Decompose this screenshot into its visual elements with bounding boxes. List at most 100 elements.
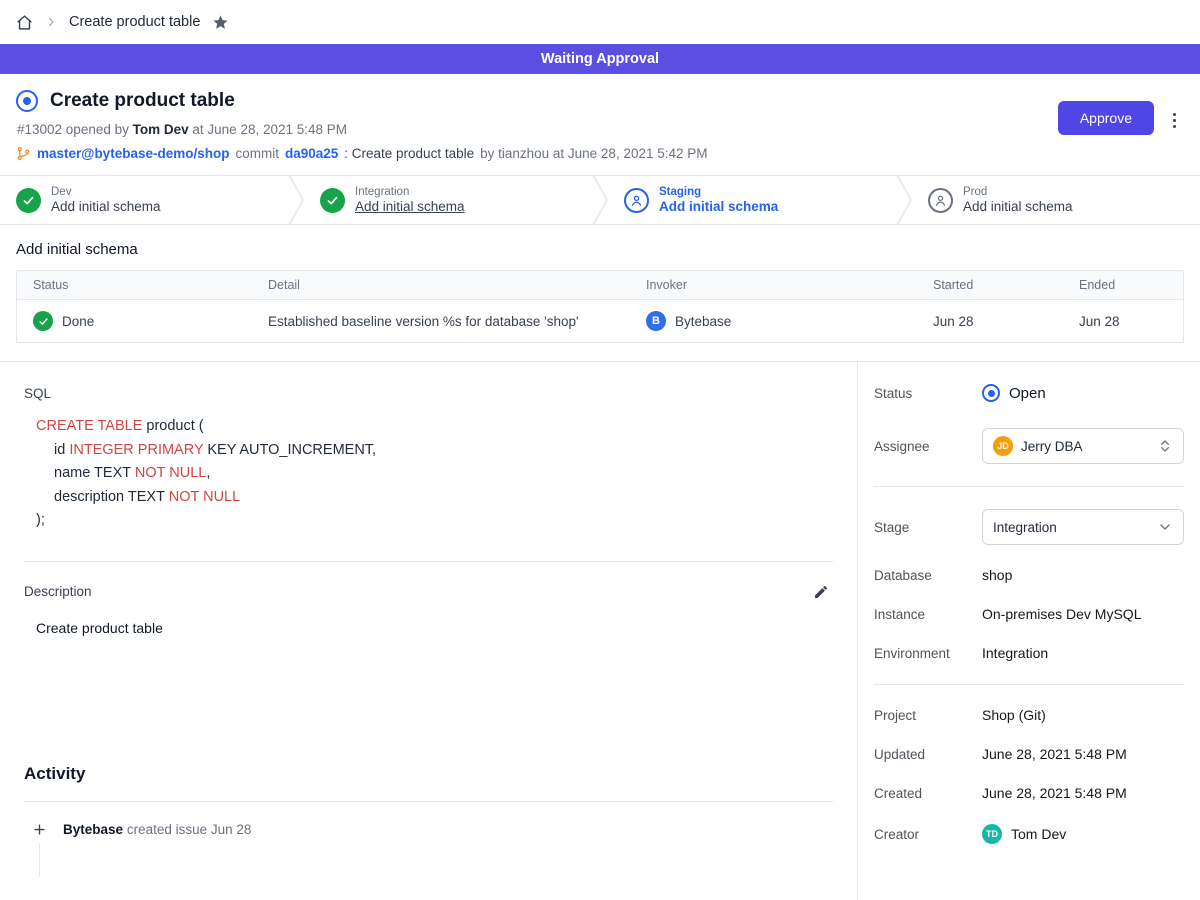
col-status: Status xyxy=(17,271,252,299)
page-title: Create product table xyxy=(50,90,235,112)
assignee-label: Assignee xyxy=(874,439,982,454)
assignee-avatar: JD xyxy=(993,436,1013,456)
task-section: Add initial schema Status Detail Invoker… xyxy=(0,225,1200,361)
stage-dev[interactable]: Dev Add initial schema xyxy=(0,176,288,224)
col-detail: Detail xyxy=(252,271,630,299)
commit-message: : Create product table xyxy=(344,146,474,161)
stage-task-label: Add initial schema xyxy=(963,199,1073,214)
project-value: Shop (Git) xyxy=(982,707,1046,723)
person-icon xyxy=(624,188,649,213)
star-icon[interactable] xyxy=(212,14,229,31)
task-table: Status Detail Invoker Started Ended Done… xyxy=(16,270,1184,343)
breadcrumb-title[interactable]: Create product table xyxy=(69,14,200,30)
branch-link[interactable]: master@bytebase-demo/shop xyxy=(37,146,229,161)
breadcrumb: Create product table xyxy=(0,0,1200,44)
waiting-approval-banner: Waiting Approval xyxy=(0,44,1200,74)
stage-env-label: Dev xyxy=(51,186,161,198)
issue-meta-suffix: at June 28, 2021 5:48 PM xyxy=(192,122,347,137)
main-panel: SQL CREATE TABLE product ( id INTEGER PR… xyxy=(0,362,857,900)
activity-actor: Bytebase xyxy=(63,822,123,837)
sql-line: name TEXT NOT NULL, xyxy=(36,462,833,486)
stage-separator xyxy=(288,176,304,224)
task-detail: Established baseline version %s for data… xyxy=(252,303,630,340)
description-text: Create product table xyxy=(36,620,833,636)
chevron-updown-icon xyxy=(1157,438,1173,454)
timeline-line xyxy=(39,843,40,877)
col-invoker: Invoker xyxy=(630,271,917,299)
content: SQL CREATE TABLE product ( id INTEGER PR… xyxy=(0,361,1200,900)
issue-sidebar: Status Open Assignee JD Jerry DBA xyxy=(857,362,1200,900)
chevron-down-icon xyxy=(1157,519,1173,535)
check-icon xyxy=(320,188,345,213)
task-table-header: Status Detail Invoker Started Ended xyxy=(17,271,1183,300)
stage-separator xyxy=(592,176,608,224)
bytebase-issue-page: Create product table Waiting Approval Cr… xyxy=(0,0,1200,900)
database-label: Database xyxy=(874,568,982,583)
status-cell: Done xyxy=(17,300,252,342)
stage-pipeline: Dev Add initial schema Integration Add i… xyxy=(0,175,1200,225)
stage-prod[interactable]: Prod Add initial schema xyxy=(912,176,1200,224)
sql-line: ); xyxy=(36,509,833,533)
description-label: Description xyxy=(24,584,92,599)
stage-task-link[interactable]: Add initial schema xyxy=(355,199,465,214)
activity-date: Jun 28 xyxy=(211,822,252,837)
open-status-icon xyxy=(982,384,1000,402)
updated-value: June 28, 2021 5:48 PM xyxy=(982,746,1127,762)
commit-row: master@bytebase-demo/shop commit da90a25… xyxy=(16,146,1184,161)
person-icon xyxy=(928,188,953,213)
activity-action: created issue xyxy=(127,822,207,837)
check-icon xyxy=(16,188,41,213)
sql-line: id INTEGER PRIMARY KEY AUTO_INCREMENT, xyxy=(36,439,833,463)
divider xyxy=(24,801,833,802)
git-branch-icon xyxy=(16,146,31,161)
approve-button[interactable]: Approve xyxy=(1058,101,1154,135)
database-value: shop xyxy=(982,567,1012,583)
sql-label: SQL xyxy=(24,386,833,401)
stage-label: Stage xyxy=(874,520,982,535)
environment-label: Environment xyxy=(874,646,982,661)
creator-name: Tom Dev xyxy=(1011,826,1066,842)
creator-label: Creator xyxy=(874,827,982,842)
stage-select[interactable]: Integration xyxy=(982,509,1184,545)
status-badge: Open xyxy=(982,384,1046,402)
home-icon[interactable] xyxy=(16,14,33,31)
chevron-right-icon xyxy=(45,16,57,28)
col-started: Started xyxy=(917,271,1063,299)
instance-label: Instance xyxy=(874,607,982,622)
divider xyxy=(874,684,1184,685)
creator-avatar: TD xyxy=(982,824,1002,844)
instance-value: On-premises Dev MySQL xyxy=(982,606,1141,622)
issue-author: Tom Dev xyxy=(133,122,189,137)
issue-meta: #13002 opened by Tom Dev at June 28, 202… xyxy=(16,122,1184,137)
check-icon xyxy=(33,311,53,331)
updated-label: Updated xyxy=(874,747,982,762)
invoker-name: Bytebase xyxy=(675,314,731,329)
bytebase-avatar: B xyxy=(646,311,666,331)
stage-env-label: Prod xyxy=(963,186,1073,198)
issue-header: Create product table #13002 opened by To… xyxy=(0,74,1200,175)
plus-icon xyxy=(24,822,47,837)
stage-integration[interactable]: Integration Add initial schema xyxy=(304,176,592,224)
kebab-menu-icon[interactable] xyxy=(1167,108,1183,133)
status-value: Open xyxy=(1009,385,1046,402)
task-status: Done xyxy=(62,314,94,329)
commit-hash-link[interactable]: da90a25 xyxy=(285,146,338,161)
assignee-name: Jerry DBA xyxy=(1021,439,1149,454)
project-label: Project xyxy=(874,708,982,723)
stage-value: Integration xyxy=(993,520,1149,535)
issue-open-icon xyxy=(16,90,38,112)
commit-suffix: by tianzhou at June 28, 2021 5:42 PM xyxy=(480,146,707,161)
task-ended: Jun 28 xyxy=(1063,303,1183,340)
created-label: Created xyxy=(874,786,982,801)
stage-separator xyxy=(896,176,912,224)
invoker-cell: B Bytebase xyxy=(630,300,917,342)
sql-line: description TEXT NOT NULL xyxy=(36,486,833,510)
table-row[interactable]: Done Established baseline version %s for… xyxy=(17,300,1183,342)
assignee-select[interactable]: JD Jerry DBA xyxy=(982,428,1184,464)
stage-staging[interactable]: Staging Add initial schema xyxy=(608,176,896,224)
sql-code-block: CREATE TABLE product ( id INTEGER PRIMAR… xyxy=(36,415,833,533)
issue-meta-prefix: #13002 opened by xyxy=(17,122,129,137)
status-label: Status xyxy=(874,386,982,401)
edit-pencil-icon[interactable] xyxy=(813,584,829,600)
stage-env-label: Integration xyxy=(355,186,465,198)
